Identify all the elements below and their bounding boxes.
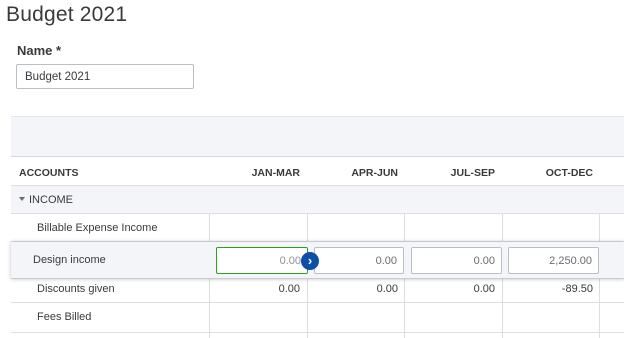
jan-mar-column-header[interactable]: JAN-MAR <box>209 167 300 179</box>
table-row[interactable]: Discounts given 0.00 0.00 0.00 -89.50 <box>11 279 624 303</box>
table-row[interactable]: Fees Billed <box>11 303 624 333</box>
table-row[interactable]: Billable Expense Income <box>11 214 624 242</box>
income-section-toggle[interactable]: INCOME <box>19 194 73 206</box>
oct-dec-amount: -89.50 <box>561 283 593 295</box>
budget-name-input[interactable] <box>16 64 194 89</box>
income-section-label: INCOME <box>29 194 73 206</box>
account-name: Discounts given <box>37 283 115 295</box>
jul-sep-amount: 0.00 <box>473 283 495 295</box>
name-label: Name * <box>17 43 62 58</box>
income-section-row[interactable]: INCOME <box>11 186 624 214</box>
table-header-row: ACCOUNTS JAN-MAR APR-JUN JUL-SEP OCT-DEC <box>11 156 624 186</box>
apr-jun-amount: 0.00 <box>376 283 398 295</box>
accounts-column-header[interactable]: ACCOUNTS <box>19 167 79 179</box>
account-name: Design income <box>33 254 106 266</box>
jul-sep-column-header[interactable]: JUL-SEP <box>404 167 495 179</box>
table-toolbar-band <box>11 116 624 157</box>
account-name: Fees Billed <box>37 311 92 323</box>
jan-mar-amount: 0.00 <box>278 283 300 295</box>
budget-grid: ACCOUNTS JAN-MAR APR-JUN JUL-SEP OCT-DEC… <box>11 156 624 338</box>
apr-jun-column-header[interactable]: APR-JUN <box>307 167 398 179</box>
jan-mar-amount-input[interactable] <box>216 247 308 274</box>
jul-sep-amount-input[interactable] <box>411 247 502 274</box>
oct-dec-column-header[interactable]: OCT-DEC <box>502 167 593 179</box>
apr-jun-amount-input[interactable] <box>314 247 404 274</box>
table-row-editing[interactable]: Design income › <box>11 242 624 279</box>
account-name: Billable Expense Income <box>37 222 158 234</box>
caret-down-icon <box>19 197 25 202</box>
oct-dec-amount-input[interactable] <box>508 247 599 274</box>
page-title: Budget 2021 <box>6 3 128 26</box>
chevron-right-icon[interactable]: › <box>301 252 319 270</box>
